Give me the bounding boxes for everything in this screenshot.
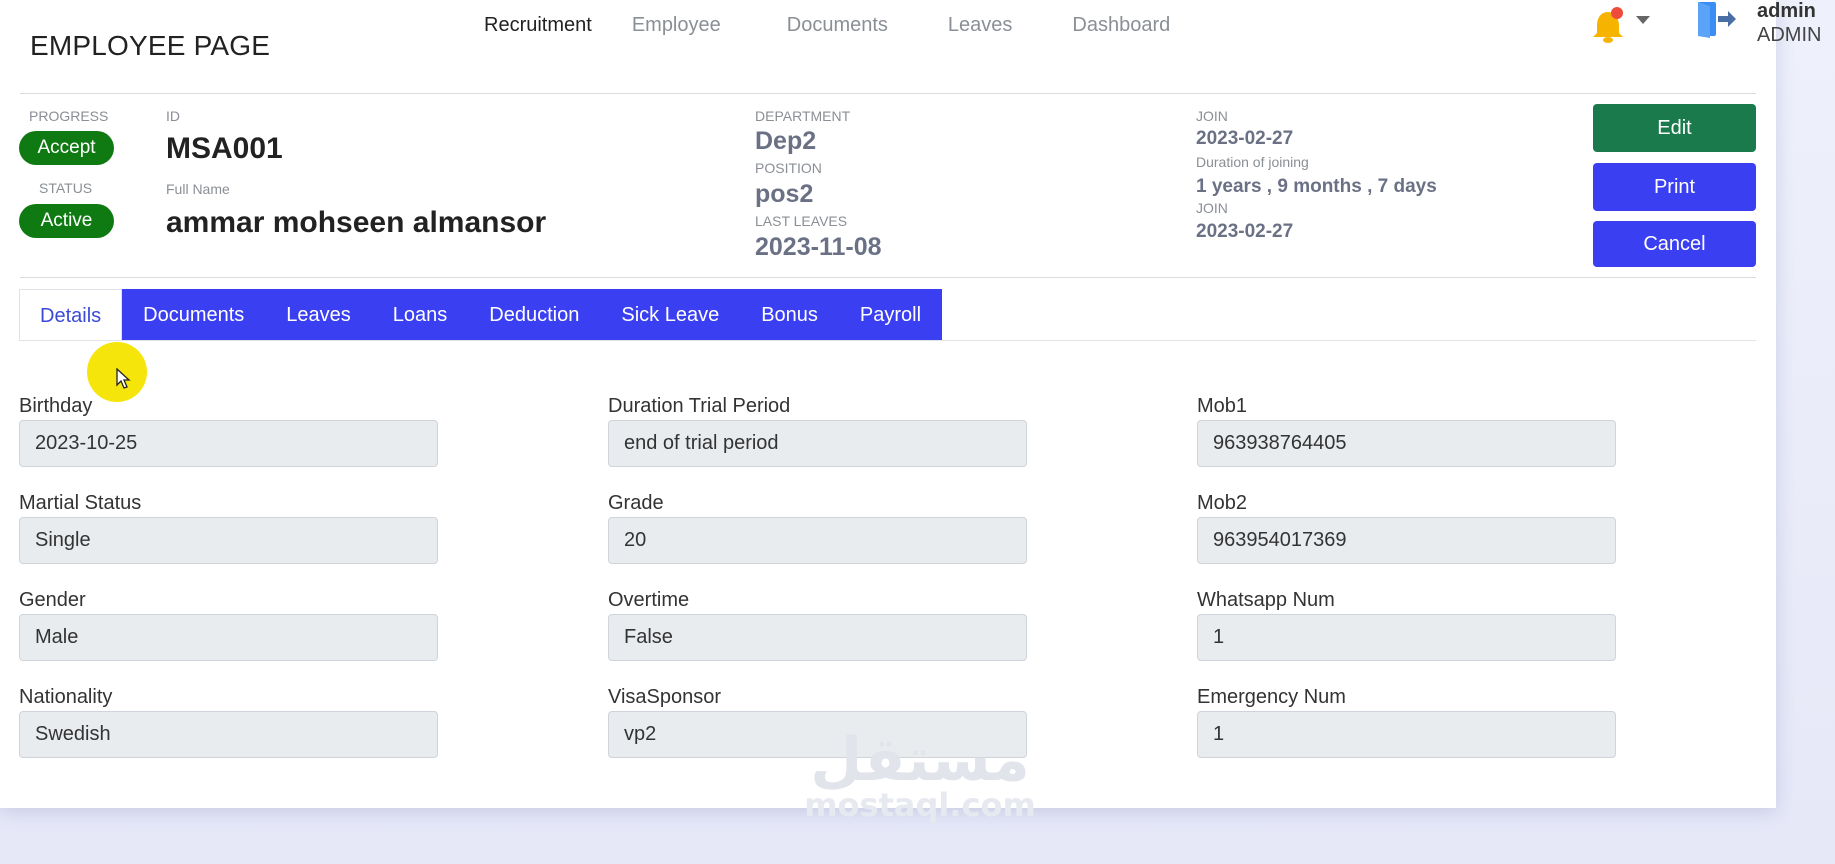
user-name[interactable]: admin xyxy=(1757,0,1816,23)
status-badge: Active xyxy=(19,204,114,238)
emergency-label: Emergency Num xyxy=(1197,686,1346,708)
duration-label: Duration of joining xyxy=(1196,154,1309,170)
top-nav: Recruitment Employee Documents Leaves Da… xyxy=(484,14,1210,37)
tab-payroll[interactable]: Payroll xyxy=(838,289,943,341)
duration-value: 1 years , 9 months , 7 days xyxy=(1196,176,1437,197)
nav-leaves[interactable]: Leaves xyxy=(948,14,1013,37)
print-button[interactable]: Print xyxy=(1593,163,1756,211)
overtime-field[interactable]: False xyxy=(608,614,1027,661)
trial-period-field[interactable]: end of trial period xyxy=(608,420,1027,467)
employee-id: MSA001 xyxy=(166,132,283,165)
grade-label: Grade xyxy=(608,492,664,514)
bell-icon[interactable] xyxy=(1588,6,1628,46)
tab-sick-leave[interactable]: Sick Leave xyxy=(600,289,741,341)
tab-documents[interactable]: Documents xyxy=(122,289,266,341)
user-role: ADMIN xyxy=(1757,24,1822,46)
employee-card: EMPLOYEE PAGE Recruitment Employee Docum… xyxy=(0,0,1821,808)
whatsapp-label: Whatsapp Num xyxy=(1197,589,1335,611)
cursor-icon xyxy=(116,368,131,389)
fullname-label: Full Name xyxy=(166,181,230,197)
tab-bar: Details Documents Leaves Loans Deduction… xyxy=(19,289,943,341)
trial-period-label: Duration Trial Period xyxy=(608,395,791,417)
mob2-label: Mob2 xyxy=(1197,492,1248,514)
watermark: مستقل mostaql.com xyxy=(800,725,1040,824)
chevron-down-icon[interactable] xyxy=(1636,16,1650,24)
edit-button[interactable]: Edit xyxy=(1593,104,1756,152)
last-leaves-label: LAST LEAVES xyxy=(755,213,848,229)
header-divider xyxy=(20,93,1756,94)
birthday-label: Birthday xyxy=(19,395,93,417)
tab-loans[interactable]: Loans xyxy=(371,289,469,341)
martial-status-label: Martial Status xyxy=(19,492,142,514)
mob1-label: Mob1 xyxy=(1197,395,1248,417)
nav-employee[interactable]: Employee xyxy=(632,14,721,37)
watermark-arabic: مستقل xyxy=(810,725,1030,795)
nav-dashboard[interactable]: Dashboard xyxy=(1072,14,1170,37)
nav-recruitment[interactable]: Recruitment xyxy=(484,14,592,37)
position-value: pos2 xyxy=(755,180,814,208)
mob2-field[interactable]: 963954017369 xyxy=(1197,517,1616,564)
status-label: STATUS xyxy=(39,180,93,196)
last-leaves-value: 2023-11-08 xyxy=(755,233,882,261)
join-value: 2023-02-27 xyxy=(1196,128,1294,149)
tab-bonus[interactable]: Bonus xyxy=(740,289,839,341)
whatsapp-field[interactable]: 1 xyxy=(1197,614,1616,661)
summary-divider xyxy=(20,277,1756,278)
department-value: Dep2 xyxy=(755,127,817,155)
nationality-field[interactable]: Swedish xyxy=(19,711,438,758)
progress-label: PROGRESS xyxy=(29,108,109,124)
visa-sponsor-label: VisaSponsor xyxy=(608,686,722,708)
martial-status-field[interactable]: Single xyxy=(19,517,438,564)
employee-full-name: ammar mohseen almansor xyxy=(166,206,547,239)
page-title: EMPLOYEE PAGE xyxy=(30,30,271,61)
department-label: DEPARTMENT xyxy=(755,108,851,124)
birthday-field[interactable]: 2023-10-25 xyxy=(19,420,438,467)
tab-underline xyxy=(19,340,1756,341)
join-value-2: 2023-02-27 xyxy=(1196,221,1294,242)
watermark-latin: mostaql.com xyxy=(804,786,1036,824)
id-label: ID xyxy=(166,108,180,124)
tab-details[interactable]: Details xyxy=(19,289,123,341)
cancel-button[interactable]: Cancel xyxy=(1593,221,1756,267)
tab-leaves[interactable]: Leaves xyxy=(265,289,372,341)
logout-icon[interactable] xyxy=(1696,0,1738,40)
position-label: POSITION xyxy=(755,160,822,176)
tab-deduction[interactable]: Deduction xyxy=(468,289,601,341)
join-label-2: JOIN xyxy=(1196,200,1228,216)
grade-field[interactable]: 20 xyxy=(608,517,1027,564)
emergency-field[interactable]: 1 xyxy=(1197,711,1616,758)
nav-documents[interactable]: Documents xyxy=(787,14,888,37)
nationality-label: Nationality xyxy=(19,686,113,708)
mob1-field[interactable]: 963938764405 xyxy=(1197,420,1616,467)
overtime-label: Overtime xyxy=(608,589,690,611)
join-label: JOIN xyxy=(1196,108,1228,124)
gender-label: Gender xyxy=(19,589,86,611)
gender-field[interactable]: Male xyxy=(19,614,438,661)
progress-badge: Accept xyxy=(19,131,114,165)
